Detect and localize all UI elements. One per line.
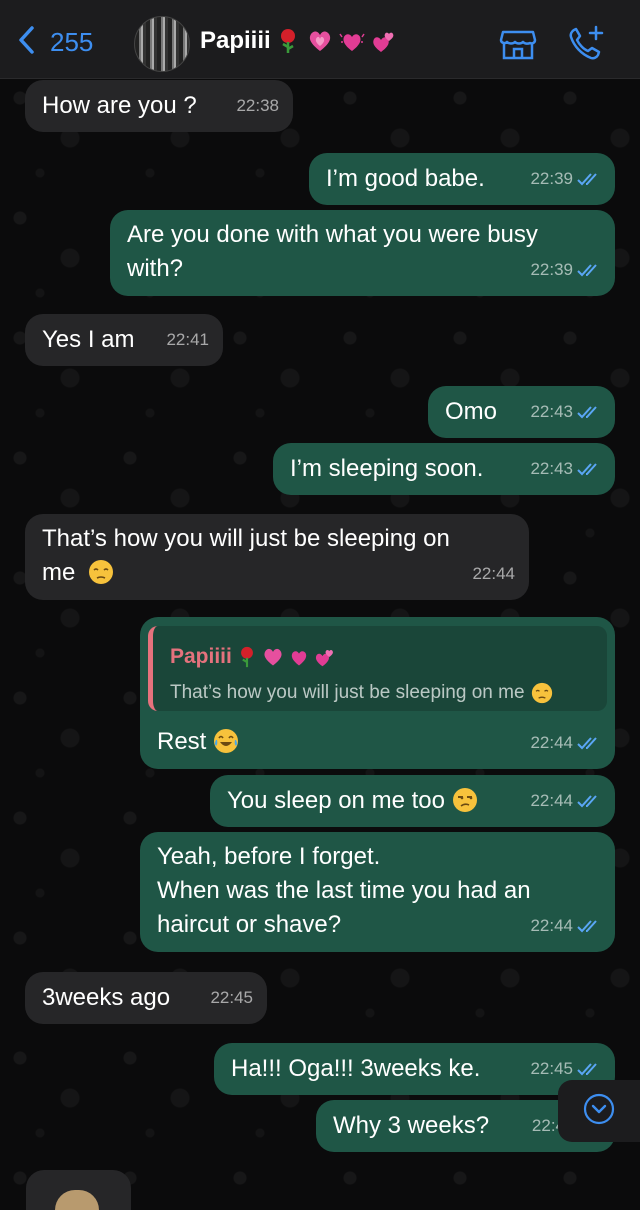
contact-name-text: Papiiii <box>200 27 271 54</box>
tears-of-joy-face-emoji <box>214 729 239 753</box>
message-text: I’m sleeping soon. <box>290 455 484 482</box>
add-call-icon[interactable] <box>566 24 606 64</box>
chevron-left-icon <box>16 25 38 60</box>
read-ticks-icon <box>577 737 597 750</box>
unamused-face-emoji <box>452 788 477 812</box>
beating-heart-emoji <box>291 651 307 666</box>
quoted-message[interactable]: Papiiii That’s how you will just be slee… <box>148 626 607 711</box>
beating-heart-emoji <box>339 33 365 51</box>
message-text: 3weeks ago <box>42 984 171 1011</box>
message-text: You sleep on me too <box>227 784 478 818</box>
message-text: Omo <box>445 398 498 425</box>
message-time: 22:38 <box>236 96 279 115</box>
message-text: Ha!!! Oga!!! 3weeks ke. <box>231 1055 481 1082</box>
growing-heart-emoji <box>309 31 330 51</box>
message-bubble-outgoing[interactable]: I’m sleeping soon. 22:43 <box>273 443 615 495</box>
read-ticks-icon <box>577 264 597 277</box>
read-ticks-icon <box>577 463 597 476</box>
two-hearts-emoji <box>372 32 394 52</box>
pensive-face-emoji <box>531 682 552 704</box>
message-text: Yes I am <box>42 326 135 353</box>
message-bubble-incoming[interactable]: That’s how you will just be sleeping on m… <box>25 514 529 600</box>
store-icon[interactable] <box>498 24 538 64</box>
message-bubble-outgoing[interactable]: Ha!!! Oga!!! 3weeks ke. 22:45 <box>214 1043 615 1095</box>
message-text: Why 3 weeks? <box>333 1112 490 1139</box>
quoted-sender: Papiiii <box>170 640 336 674</box>
back-button[interactable]: 255 <box>16 22 93 62</box>
message-time: 22:44 <box>530 909 601 943</box>
message-time: 22:39 <box>530 162 601 196</box>
scroll-to-bottom-button[interactable] <box>558 1080 640 1142</box>
unread-count: 255 <box>50 26 94 57</box>
message-time: 22:41 <box>166 330 209 349</box>
quoted-text: That’s how you will just be sleeping on … <box>170 676 553 710</box>
message-time: 22:45 <box>210 988 253 1007</box>
message-bubble-outgoing[interactable]: Are you done with what you were busy with… <box>110 210 615 296</box>
message-bubble-outgoing-reply[interactable]: Papiiii That’s how you will just be slee… <box>140 617 615 769</box>
chat-header: 255 Papiiii <box>0 0 640 79</box>
message-text: How are you ? <box>42 92 197 119</box>
growing-heart-emoji <box>264 648 282 666</box>
contact-name[interactable]: Papiiii <box>200 27 397 55</box>
read-ticks-icon <box>577 1063 597 1076</box>
read-ticks-icon <box>577 795 597 808</box>
contact-avatar[interactable] <box>134 16 190 72</box>
two-hearts-emoji <box>315 649 333 667</box>
message-bubble-outgoing[interactable]: Omo 22:43 <box>428 386 615 438</box>
message-text: That’s how you will just be sleeping on m… <box>42 525 450 586</box>
message-time: 22:44 <box>472 564 515 583</box>
message-time: 22:43 <box>530 452 601 486</box>
message-time: 22:39 <box>530 253 601 287</box>
read-ticks-icon <box>577 920 597 933</box>
message-text: Are you done with what you were busy with… <box>127 221 538 282</box>
read-ticks-icon <box>577 406 597 419</box>
message-bubble-incoming[interactable]: 3weeks ago 22:45 <box>25 972 267 1024</box>
message-time: 22:44 <box>530 726 601 760</box>
read-ticks-icon <box>577 173 597 186</box>
message-bubble-incoming[interactable]: Yes I am 22:41 <box>25 314 223 366</box>
pensive-face-emoji <box>89 560 114 584</box>
message-bubble-outgoing[interactable]: I’m good babe. 22:39 <box>309 153 615 205</box>
chevron-down-circle-icon <box>582 1092 616 1131</box>
rose-emoji <box>240 646 253 668</box>
message-time: 22:43 <box>530 395 601 429</box>
message-time: 22:44 <box>530 784 601 818</box>
message-bubble-outgoing[interactable]: Yeah, before I forget. When was the last … <box>140 832 615 952</box>
rose-emoji <box>280 29 295 53</box>
message-bubble-incoming[interactable]: How are you ? 22:38 <box>25 80 293 132</box>
message-bubble-outgoing[interactable]: You sleep on me too 22:44 <box>210 775 615 827</box>
message-text: Rest <box>157 725 239 759</box>
message-text: Yeah, before I forget. When was the last … <box>157 843 531 938</box>
message-text: I’m good babe. <box>326 165 485 192</box>
